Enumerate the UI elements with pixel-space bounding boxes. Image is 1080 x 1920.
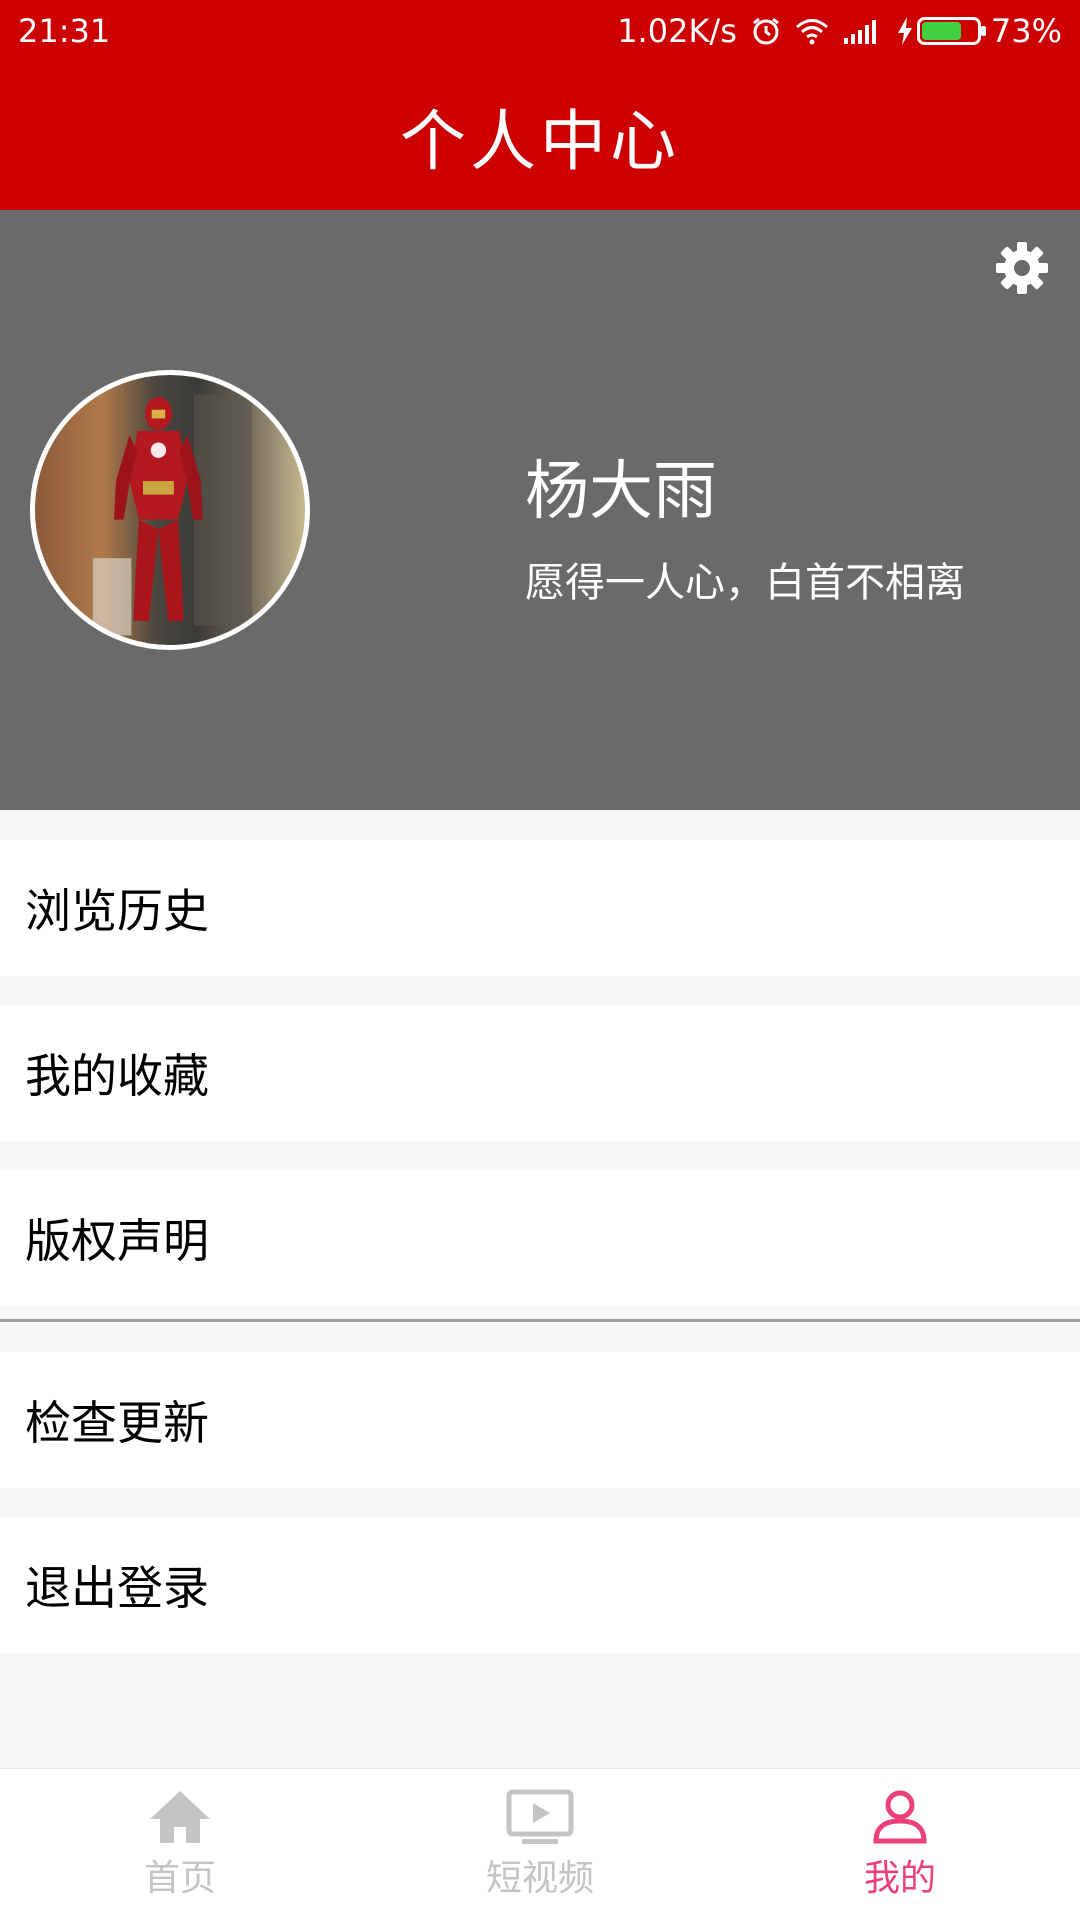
menu-item-label: 我的收藏 (25, 1049, 209, 1103)
status-time: 21:31 (18, 12, 111, 50)
network-speed: 1.02K/s (617, 12, 737, 50)
app-bar: 个人中心 (0, 62, 1080, 210)
profile-header: 杨大雨 愿得一人心，白首不相离 (0, 210, 1080, 810)
menu-item-copyright[interactable]: 版权声明 (0, 1170, 1080, 1306)
divider (0, 1319, 1080, 1322)
nav-tab-me[interactable]: 我的 (720, 1769, 1080, 1920)
signal-icon (843, 18, 883, 44)
menu-item-label: 版权声明 (25, 1214, 209, 1268)
menu-item-label: 检查更新 (25, 1396, 209, 1450)
avatar-figure-illustration (92, 394, 252, 636)
nav-tab-label: 我的 (863, 1858, 936, 1899)
user-motto: 愿得一人心，白首不相离 (525, 560, 965, 606)
bottom-nav: 首页 短视频 我的 (0, 1768, 1080, 1920)
status-bar: 21:31 1.02K/s 73% (0, 0, 1080, 62)
menu-item-logout[interactable]: 退出登录 (0, 1517, 1080, 1653)
gear-icon[interactable] (994, 240, 1050, 296)
battery: 73% (897, 12, 1062, 50)
wifi-icon (795, 17, 829, 45)
user-icon (873, 1790, 927, 1844)
menu-item-label: 退出登录 (25, 1561, 209, 1615)
home-icon (150, 1791, 210, 1843)
battery-percent: 73% (990, 12, 1062, 50)
user-name: 杨大雨 (525, 455, 717, 529)
nav-tab-label: 首页 (143, 1858, 216, 1899)
screen: 21:31 1.02K/s 73% 个人中心 杨大雨 愿得一人心，白首不相离 浏… (0, 0, 1080, 1920)
menu-item-check-update[interactable]: 检查更新 (0, 1352, 1080, 1488)
video-icon (506, 1789, 574, 1844)
nav-tab-home[interactable]: 首页 (0, 1769, 360, 1920)
battery-level-fill (921, 22, 961, 40)
menu-item-label: 浏览历史 (25, 884, 209, 938)
nav-tab-label: 短视频 (485, 1858, 594, 1899)
battery-icon (916, 17, 986, 45)
menu-item-history[interactable]: 浏览历史 (0, 840, 1080, 976)
charging-icon (897, 17, 912, 45)
status-right: 1.02K/s 73% (617, 12, 1062, 50)
nav-tab-video[interactable]: 短视频 (360, 1769, 720, 1920)
page-title: 个人中心 (400, 103, 680, 180)
avatar[interactable] (30, 370, 310, 650)
menu-item-favorites[interactable]: 我的收藏 (0, 1005, 1080, 1141)
alarm-icon (751, 16, 781, 46)
